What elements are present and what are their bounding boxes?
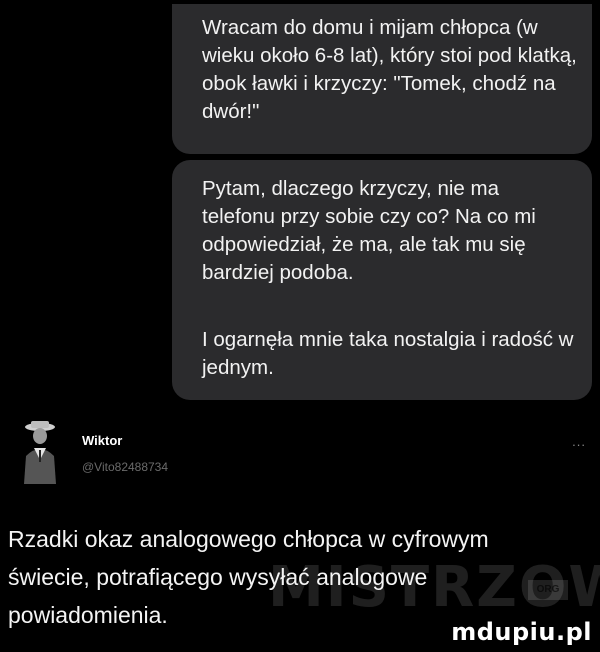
more-options-icon[interactable]: ...	[572, 434, 586, 449]
author-name[interactable]: Wiktor	[82, 433, 122, 448]
message-text-bottom-1: Pytam, dlaczego krzyczy, nie ma telefonu…	[202, 177, 536, 284]
avatar-silhouette-icon	[24, 421, 56, 484]
watermark-badge: ORG	[528, 580, 568, 600]
avatar[interactable]	[16, 420, 62, 484]
author-handle[interactable]: @Vito82488734	[82, 460, 168, 474]
message-text-top: Wracam do domu i mijam chłopca (w wieku …	[202, 16, 577, 123]
message-text-bottom-2: I ogarnęła mnie taka nostalgia i radość …	[202, 328, 574, 379]
site-label: mdupiu.pl	[451, 618, 592, 646]
